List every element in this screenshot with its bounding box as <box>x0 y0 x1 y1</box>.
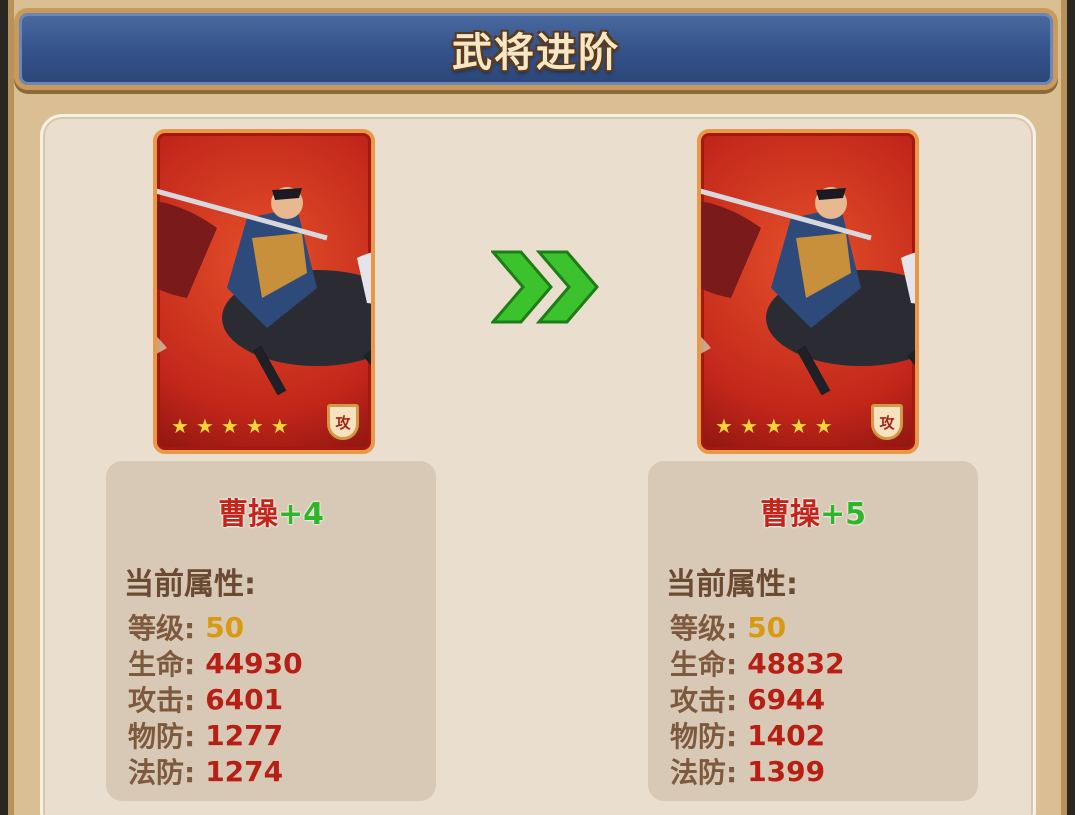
advance-level: +5 <box>819 497 866 532</box>
star-icon: ★ <box>270 414 289 438</box>
attr-value: 1277 <box>205 718 284 752</box>
attr-value: 50 <box>747 610 787 644</box>
star-icon: ★ <box>739 414 758 438</box>
attr-label: 攻击: <box>128 684 196 717</box>
attr-phys-def: 物防: 1277 <box>128 717 303 754</box>
attr-label: 物防: <box>128 720 196 753</box>
star-icon: ★ <box>715 414 733 438</box>
section-title: 当前属性: <box>666 567 798 602</box>
attr-value: 1399 <box>747 754 826 788</box>
attr-magic-def: 法防: 1274 <box>128 753 303 790</box>
attr-hp: 生命: 48832 <box>670 645 845 682</box>
star-icon: ★ <box>195 414 214 438</box>
attr-attack: 攻击: 6944 <box>670 681 845 718</box>
attr-value: 1402 <box>747 718 826 752</box>
attr-value: 6401 <box>205 682 284 716</box>
attr-label: 攻击: <box>670 684 738 717</box>
attr-magic-def: 法防: 1399 <box>670 753 845 790</box>
hero-name-row: 曹操+4 <box>106 489 436 533</box>
attr-value: 44930 <box>205 646 303 680</box>
hero-portrait <box>701 187 915 396</box>
star-icon: ★ <box>764 414 783 438</box>
attr-value: 6944 <box>747 682 826 716</box>
attr-value: 50 <box>205 610 245 644</box>
attr-attack: 攻击: 6401 <box>128 681 303 718</box>
page-title: 武将进阶 <box>452 30 620 76</box>
stats-box-before: 曹操+4 当前属性: 等级: 50 生命: 44930 攻击: 6401 物防:… <box>106 461 436 801</box>
star-icon: ★ <box>245 414 264 438</box>
star-rating: ★ ★ ★ ★ ★ <box>171 416 289 436</box>
hero-name: 曹操 <box>217 497 278 532</box>
attr-label: 法防: <box>128 756 196 789</box>
section-title: 当前属性: <box>124 567 256 602</box>
hero-card-after[interactable]: ★ ★ ★ ★ ★ 攻 <box>697 129 919 454</box>
attr-value: 1274 <box>205 754 284 788</box>
type-badge: 攻 <box>871 404 903 440</box>
attr-label: 物防: <box>670 720 738 753</box>
star-icon: ★ <box>789 414 808 438</box>
star-icon: ★ <box>220 414 239 438</box>
attr-value: 48832 <box>747 646 845 680</box>
main-panel: ★ ★ ★ ★ ★ 攻 ★ ★ ★ ★ ★ 攻 曹操+4 当前属性: 等级: 5… <box>40 114 1036 815</box>
attr-label: 等级: <box>128 612 196 645</box>
attr-label: 生命: <box>670 648 738 681</box>
hero-card-before[interactable]: ★ ★ ★ ★ ★ 攻 <box>153 129 375 454</box>
attribute-list: 等级: 50 生命: 48832 攻击: 6944 物防: 1402 法防: 1… <box>670 609 845 790</box>
hero-name-row: 曹操+5 <box>648 489 978 533</box>
star-icon: ★ <box>814 414 833 438</box>
star-rating: ★ ★ ★ ★ ★ <box>715 416 833 436</box>
double-chevron-right-icon <box>491 250 599 324</box>
stats-box-after: 曹操+5 当前属性: 等级: 50 生命: 48832 攻击: 6944 物防:… <box>648 461 978 801</box>
attr-phys-def: 物防: 1402 <box>670 717 845 754</box>
title-bar: 武将进阶 <box>14 8 1058 90</box>
attr-level: 等级: 50 <box>670 609 845 646</box>
attr-label: 法防: <box>670 756 738 789</box>
type-badge: 攻 <box>327 404 359 440</box>
attr-hp: 生命: 44930 <box>128 645 303 682</box>
hero-name: 曹操 <box>759 497 820 532</box>
attr-label: 等级: <box>670 612 738 645</box>
attr-label: 生命: <box>128 648 196 681</box>
advance-level: +4 <box>277 497 324 532</box>
hero-portrait <box>157 187 371 396</box>
attr-level: 等级: 50 <box>128 609 303 646</box>
star-icon: ★ <box>171 414 189 438</box>
attribute-list: 等级: 50 生命: 44930 攻击: 6401 物防: 1277 法防: 1… <box>128 609 303 790</box>
